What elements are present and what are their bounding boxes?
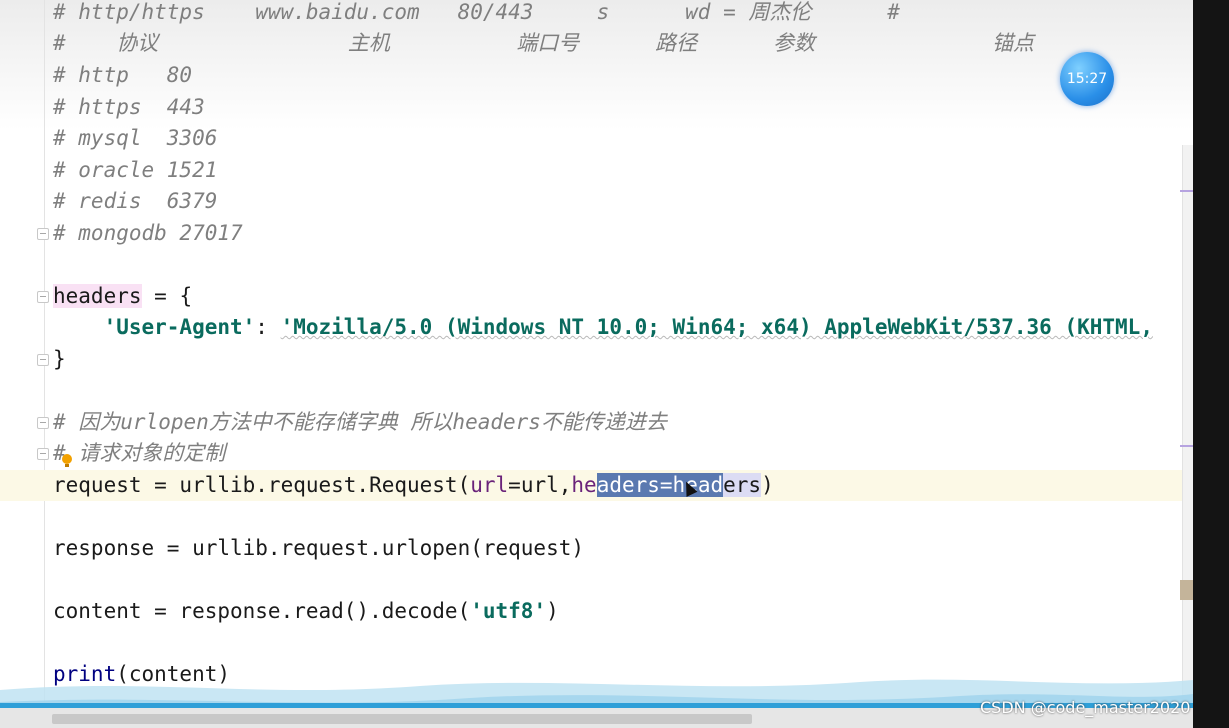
response-line: response = urllib.request.urlopen(reques… [53,536,585,560]
vertical-scrollbar[interactable] [1182,145,1193,705]
url-keyword: url [470,473,509,497]
ua-key: 'User-Agent' [103,315,256,339]
headers-declaration: headers = { [53,284,193,308]
vertical-scrollbar-thumb[interactable] [1180,580,1193,600]
fold-marker-comment-block[interactable] [37,417,49,429]
clock-badge: 15:27 [1060,52,1114,106]
fold-marker-comments[interactable] [37,228,49,240]
comment-http: # http 80 [53,63,193,87]
request-line[interactable]: request = urllib.request.Request(url=url… [0,470,1193,501]
clock-time: 15:27 [1066,71,1108,87]
comment-oracle: # oracle 1521 [53,158,218,182]
text-selection[interactable]: aders=head [596,473,724,497]
content-line: content = response.read().decode('utf8') [53,599,559,623]
comment-mysql: # mysql 3306 [53,126,218,150]
watermark: CSDN @code_master2020 [980,698,1191,717]
headers-identifier: headers [53,284,142,308]
fold-marker-headers-open[interactable] [37,291,49,303]
comment-mongodb: # mongodb 27017 [53,221,243,245]
horizontal-scrollbar-thumb[interactable] [52,714,752,724]
comment-redis: # redis 6379 [53,189,218,213]
comment-https: # https 443 [53,95,205,119]
closing-brace: } [53,347,66,371]
comment-customize: # 请求对象的定制 [53,441,226,465]
user-agent-line: 'User-Agent': 'Mozilla/5.0 (Windows NT 1… [103,315,1153,339]
scroll-marker [1180,190,1193,192]
code-editor[interactable]: # http/https www.baidu.com 80/443 s wd =… [0,0,1193,728]
fold-marker-comment-end[interactable] [37,448,49,460]
comment-reason: # 因为urlopen方法中不能存储字典 所以headers不能传递进去 [53,410,667,434]
comment-url-example: # http/https www.baidu.com 80/443 s wd =… [53,0,900,24]
fold-marker-headers-close[interactable] [37,354,49,366]
utf8-string: 'utf8' [470,599,547,623]
right-dark-strip [1193,0,1229,728]
ua-value: 'Mozilla/5.0 (Windows NT 10.0; Win64; x6… [280,315,1153,339]
comment-url-parts: # 协议 主机 端口号 路径 参数 锚点 [53,31,1035,55]
scroll-marker [1180,445,1193,447]
lightbulb-icon[interactable] [62,454,72,467]
